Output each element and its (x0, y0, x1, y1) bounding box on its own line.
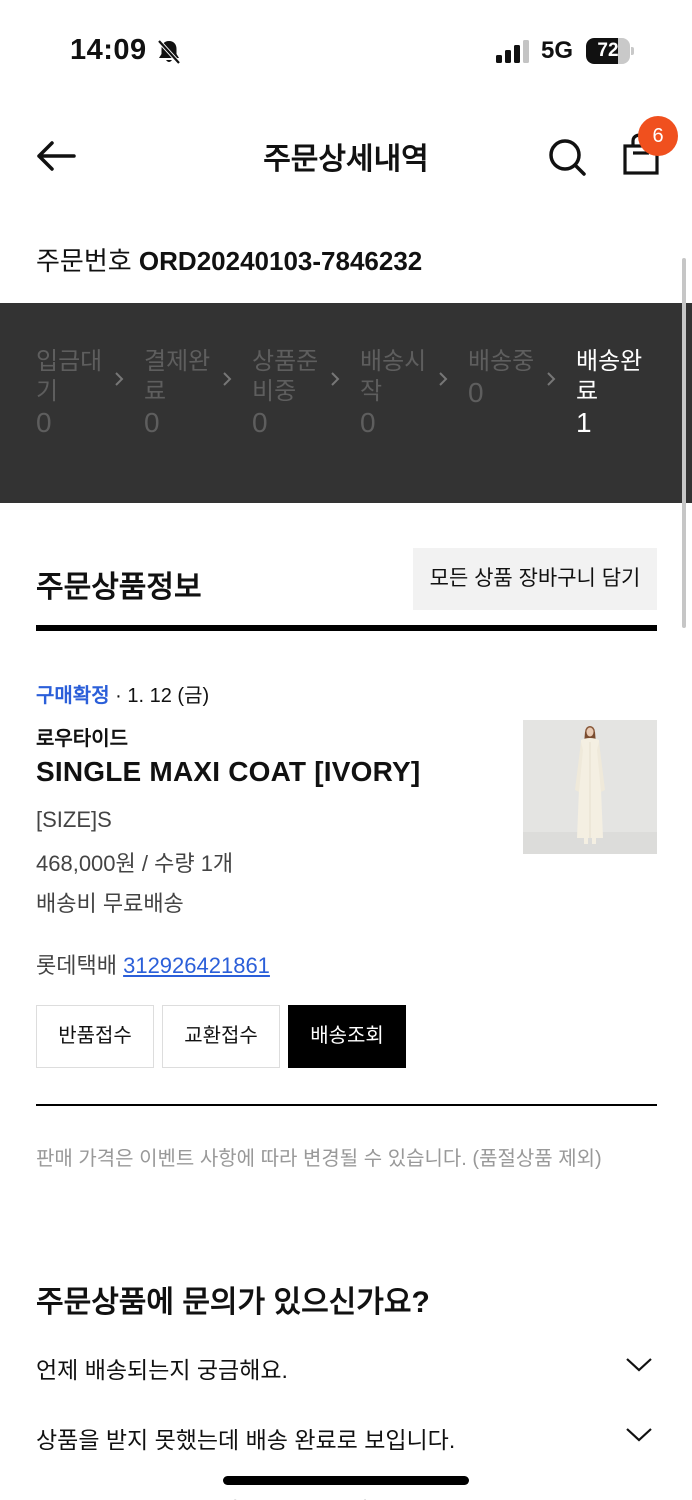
step-shipping-started[interactable]: 배송시작 0 (360, 347, 440, 439)
faq-question: 상품을 받지 못했는데 배송 완료로 보입니다. (36, 1427, 456, 1453)
faq-title: 주문상품에 문의가 있으신가요? (36, 1286, 430, 1319)
status-date: · 1. 12 (금) (109, 685, 210, 707)
status-badge: 구매확정 (36, 685, 110, 707)
chevron-right-icon (439, 372, 448, 386)
faq-question: 언제 배송되는지 궁금해요. (36, 1357, 288, 1383)
product-thumbnail[interactable] (523, 720, 657, 854)
search-icon[interactable] (546, 136, 588, 178)
courier-info: 롯데택배 312926421861 (36, 948, 270, 980)
step-count: 0 (252, 407, 268, 438)
step-label: 배송시작 (360, 348, 427, 405)
step-count: 0 (36, 407, 52, 438)
step-label: 입금대기 (36, 348, 103, 405)
scrollbar[interactable] (682, 258, 686, 628)
step-count: 0 (360, 407, 376, 438)
order-number-label: 주문번호 (36, 246, 132, 276)
step-label: 배송중 (468, 348, 535, 375)
section-title: 주문상품정보 (36, 571, 202, 604)
status-time: 14:09 (70, 34, 147, 66)
exchange-request-button[interactable]: 교환접수 (162, 1005, 280, 1068)
chevron-down-icon[interactable] (625, 1357, 653, 1373)
step-count: 0 (468, 377, 484, 408)
tracking-number-link[interactable]: 312926421861 (123, 953, 270, 978)
step-payment-complete[interactable]: 결제완료 0 (144, 347, 224, 439)
chevron-right-icon (547, 372, 556, 386)
chevron-down-icon[interactable] (625, 1427, 653, 1443)
order-progress-bar: 입금대기 0 결제완료 0 상품준비중 0 배송시작 0 배송중 0 배송완료 … (0, 303, 692, 503)
step-count: 0 (144, 407, 160, 438)
faq-item[interactable]: 언제 배송되는지 궁금해요. (36, 1351, 657, 1391)
step-pending-deposit[interactable]: 입금대기 0 (36, 347, 116, 439)
price-notice: 판매 가격은 이벤트 사항에 따라 변경될 수 있습니다. (품절상품 제외) (36, 1148, 602, 1170)
step-in-transit[interactable]: 배송중 0 (468, 347, 548, 409)
track-delivery-button[interactable]: 배송조회 (288, 1005, 406, 1068)
step-label: 상품준비중 (252, 348, 319, 405)
cellular-signal-icon (496, 40, 529, 63)
chevron-right-icon (331, 372, 340, 386)
order-number: 주문번호 ORD20240103-7846232 (36, 241, 422, 278)
product-price: 468,000원 / 수량 1개 (36, 851, 234, 876)
purchase-status: 구매확정 · 1. 12 (금) (36, 679, 209, 708)
home-indicator[interactable] (223, 1476, 469, 1485)
faq-item[interactable]: 상품을 받지 못했는데 배송 완료로 보입니다. (36, 1421, 657, 1461)
page-title: 주문상세내역 (263, 143, 429, 176)
courier-name: 롯데택배 (36, 953, 117, 978)
battery-icon: 72 (586, 38, 634, 64)
step-label: 배송완료 (576, 348, 643, 405)
chevron-right-icon (115, 372, 124, 386)
step-delivered[interactable]: 배송완료 1 (576, 347, 656, 439)
bell-slash-icon (157, 39, 181, 65)
divider (36, 625, 657, 631)
add-all-to-cart-button[interactable]: 모든 상품 장바구니 담기 (413, 548, 657, 610)
battery-percent: 72 (597, 40, 619, 61)
chevron-right-icon (223, 372, 232, 386)
faq-question[interactable]: 주문한 상품의 배송지 정보를 변경할 수 있나요? (36, 1492, 489, 1500)
status-bar: 14:09 5G 72 (0, 0, 692, 100)
product-brand[interactable]: 로우타이드 (36, 722, 128, 751)
top-nav: 주문상세내역 (0, 110, 692, 200)
step-label: 결제완료 (144, 348, 211, 405)
step-count: 1 (576, 407, 592, 438)
network-label: 5G (541, 37, 574, 64)
product-option: [SIZE]S (36, 807, 112, 832)
return-request-button[interactable]: 반품접수 (36, 1005, 154, 1068)
shipping-fee: 배송비 무료배송 (36, 891, 184, 916)
order-number-value: ORD20240103-7846232 (138, 246, 423, 276)
step-preparing[interactable]: 상품준비중 0 (252, 347, 332, 439)
cart-count-badge: 6 (638, 116, 678, 156)
product-name[interactable]: SINGLE MAXI COAT [IVORY] (36, 756, 420, 788)
divider (36, 1104, 657, 1106)
